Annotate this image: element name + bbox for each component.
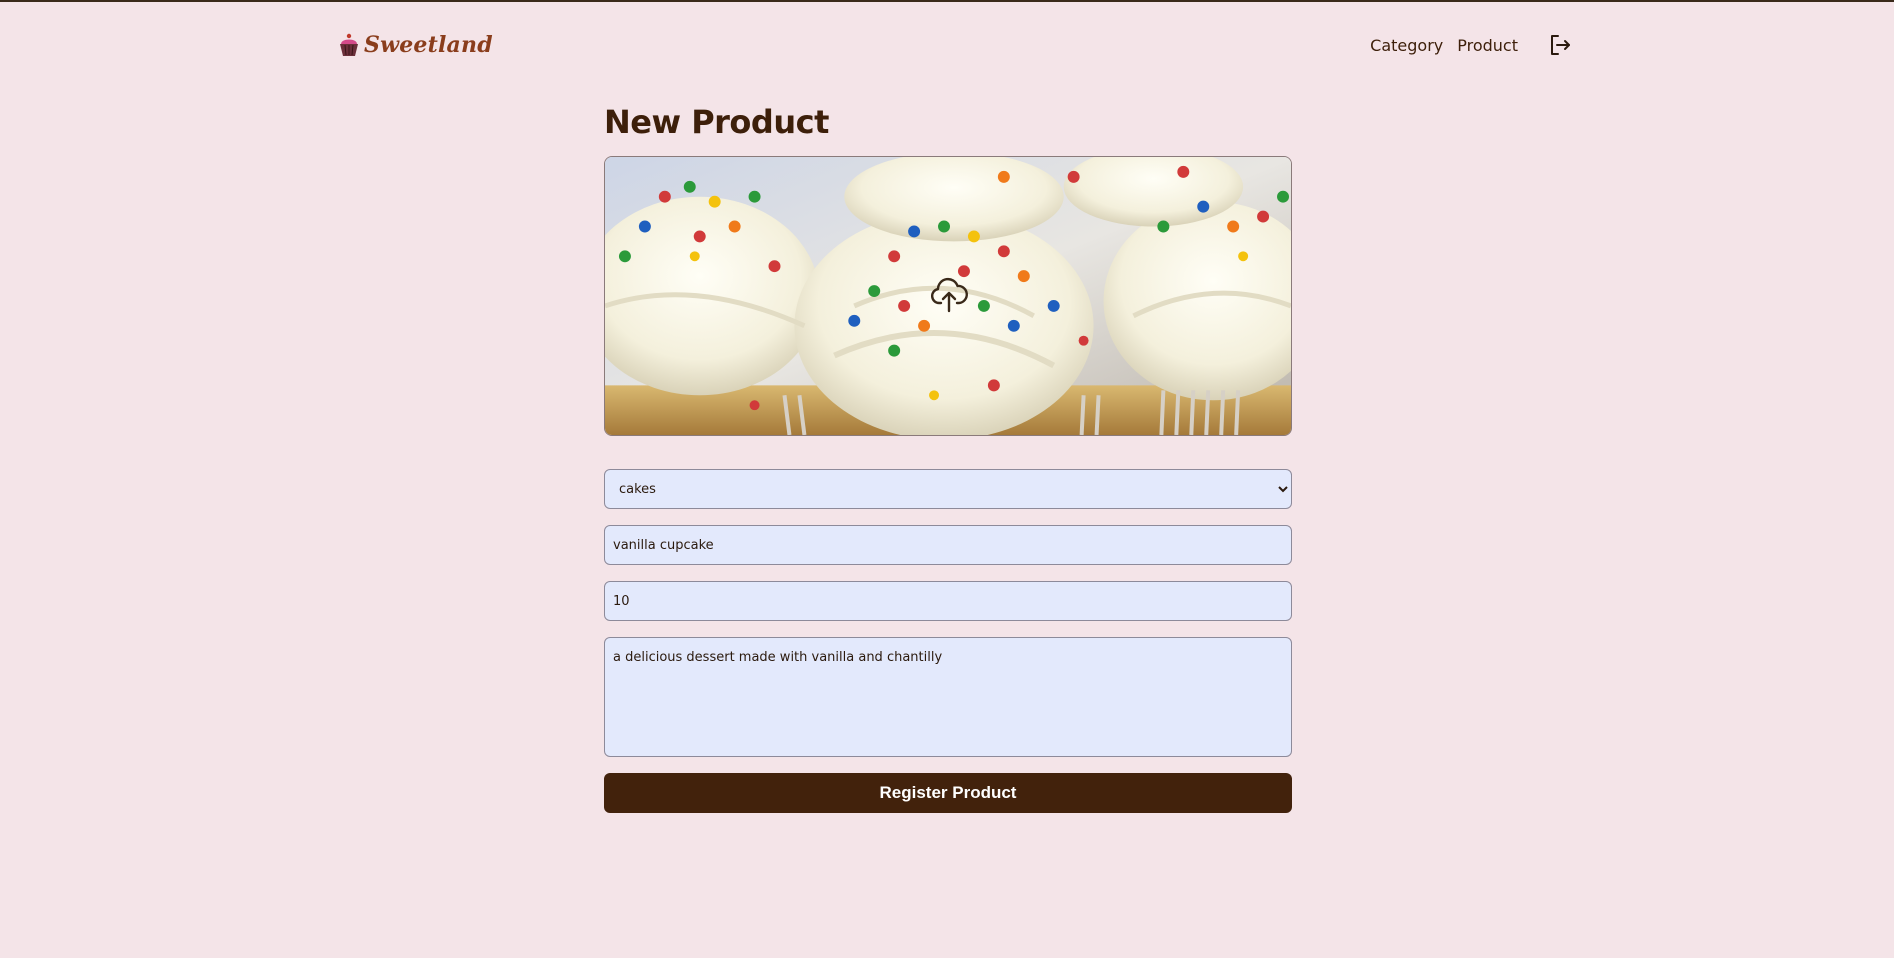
price-input[interactable]	[604, 581, 1292, 621]
description-textarea[interactable]: a delicious dessert made with vanilla an…	[604, 637, 1292, 757]
register-product-button[interactable]: Register Product	[604, 773, 1292, 813]
page-title: New Product	[604, 103, 829, 141]
nav-product[interactable]: Product	[1457, 36, 1518, 55]
header: Sweetland Category Product	[338, 28, 1572, 62]
brand-name: Sweetland	[364, 32, 493, 58]
cupcake-icon	[340, 33, 358, 56]
logout-icon[interactable]	[1548, 33, 1572, 57]
top-nav: Category Product	[1356, 33, 1572, 57]
product-name-input[interactable]	[604, 525, 1292, 565]
product-form-section: New Product cakes vanilla cupcake 10 a d…	[604, 100, 1292, 813]
logo[interactable]: Sweetland	[338, 32, 493, 58]
image-upload[interactable]	[604, 156, 1292, 436]
category-select[interactable]: cakes	[604, 469, 1292, 509]
nav-category[interactable]: Category	[1370, 36, 1443, 55]
cloud-upload-icon	[930, 277, 968, 313]
